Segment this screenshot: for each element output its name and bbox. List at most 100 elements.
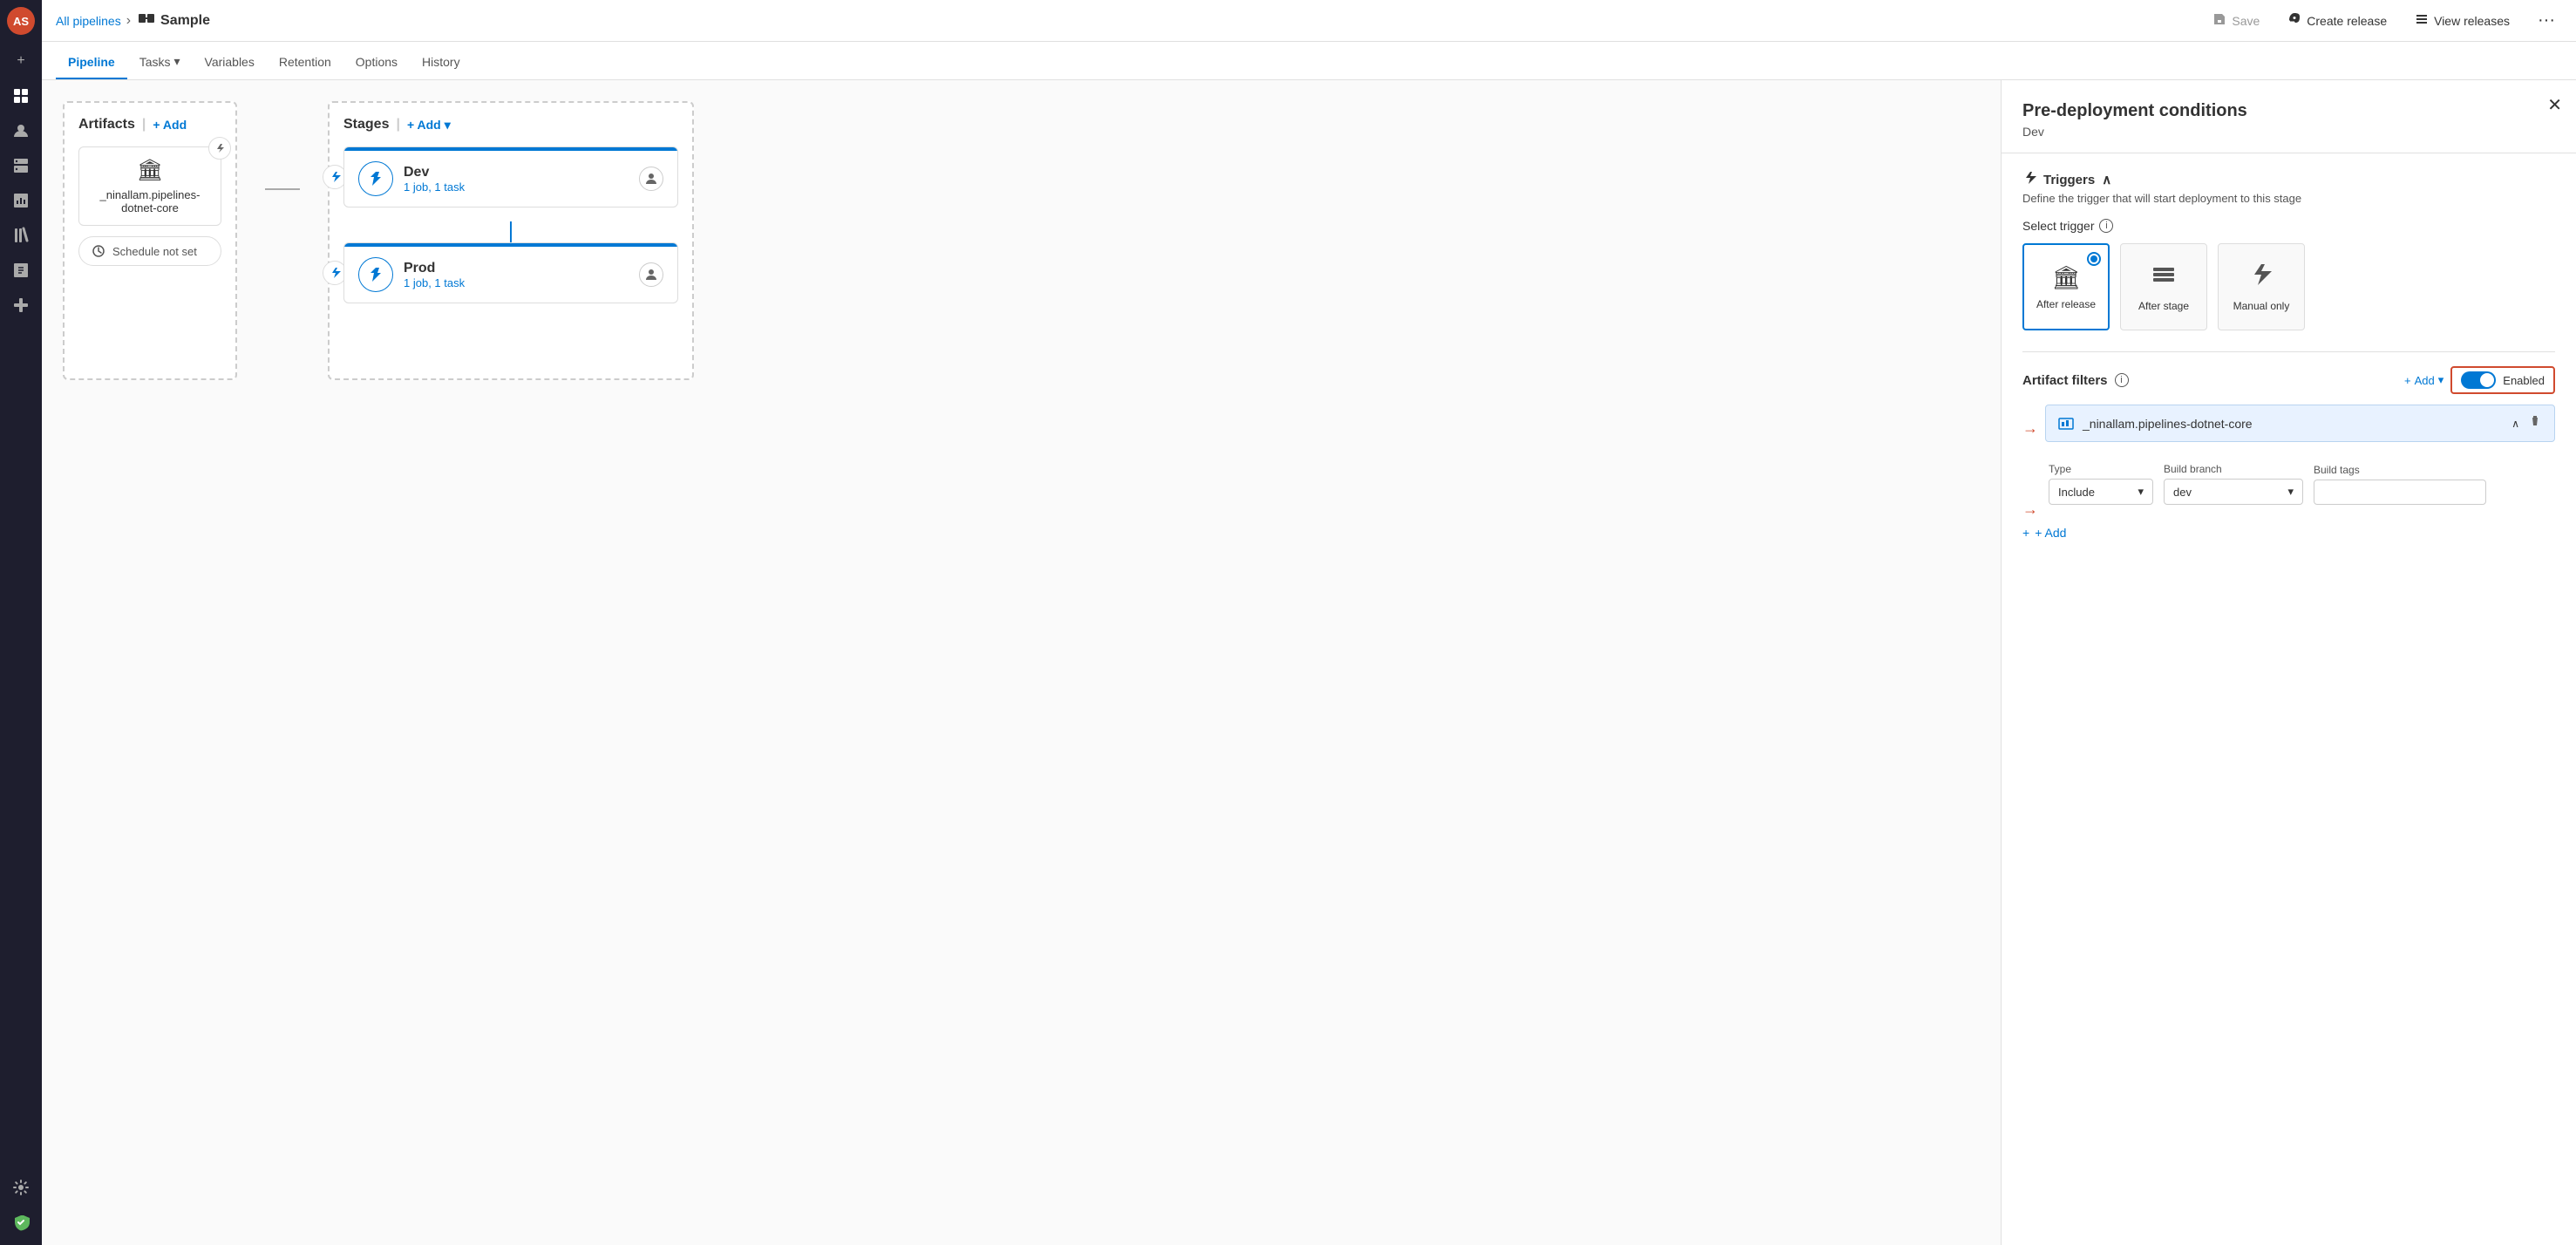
triggers-collapse-icon[interactable]: ∧: [2102, 172, 2111, 187]
build-branch-label: Build branch: [2164, 463, 2303, 475]
sidebar: AS +: [0, 0, 42, 1245]
artifact-filter-name: _ninallam.pipelines-dotnet-core: [2083, 417, 2503, 431]
add-filter-row-button[interactable]: + + Add: [2022, 519, 2555, 547]
create-release-button[interactable]: Create release: [2280, 9, 2394, 32]
dev-stage-approver[interactable]: [639, 167, 663, 191]
create-release-label: Create release: [2307, 14, 2387, 28]
triggers-icon: [2022, 171, 2036, 188]
select-trigger-info-icon[interactable]: i: [2099, 219, 2113, 233]
after-release-trigger-option[interactable]: 🏛 After release: [2022, 243, 2110, 330]
add-filter-dropdown-icon: ▾: [2438, 373, 2444, 387]
tab-history[interactable]: History: [410, 46, 472, 79]
schedule-label: Schedule not set: [112, 245, 197, 258]
enabled-toggle[interactable]: [2461, 371, 2496, 389]
tab-variables[interactable]: Variables: [193, 46, 267, 79]
dev-stage-card[interactable]: Dev 1 job, 1 task: [343, 146, 678, 208]
artifact-stage-connector: [265, 188, 300, 190]
prod-stage-approver[interactable]: [639, 262, 663, 287]
prod-stage-info: Prod 1 job, 1 task: [404, 261, 465, 289]
pipeline-layout: Artifacts | + Add 🏛 _ninallam.pipelines-…: [63, 101, 1980, 380]
build-tags-input[interactable]: [2314, 480, 2486, 505]
more-options-button[interactable]: ···: [2531, 7, 2562, 34]
prod-stage-card[interactable]: Prod 1 job, 1 task: [343, 242, 678, 303]
stage-connector-line: [510, 221, 512, 242]
artifact-filter-delete-button[interactable]: [2528, 414, 2542, 432]
all-pipelines-link[interactable]: All pipelines: [56, 14, 121, 28]
test-plans-icon[interactable]: [5, 255, 37, 286]
stages-add-button[interactable]: + Add ▾: [407, 118, 451, 133]
build-branch-select[interactable]: dev ▾: [2164, 479, 2303, 505]
artifacts-container: Artifacts | + Add 🏛 _ninallam.pipelines-…: [63, 101, 237, 380]
stages-header: Stages | + Add ▾: [343, 117, 678, 133]
build-tags-field-group: Build tags: [2314, 464, 2486, 505]
schedule-card[interactable]: Schedule not set: [78, 236, 221, 266]
save-icon: [2212, 12, 2226, 29]
infrastructure-icon[interactable]: [5, 150, 37, 181]
pipeline-title: Sample: [138, 10, 210, 31]
save-label: Save: [2232, 14, 2260, 28]
artifact-filter-arrow: →: [2022, 419, 2038, 438]
after-stage-trigger-option[interactable]: After stage: [2120, 243, 2207, 330]
artifact-trigger-icon[interactable]: [208, 137, 231, 160]
tab-options[interactable]: Options: [343, 46, 410, 79]
section-divider: [2022, 351, 2555, 352]
after-release-radio: [2087, 252, 2101, 266]
tab-retention[interactable]: Retention: [267, 46, 343, 79]
artifact-filters-info-icon[interactable]: i: [2115, 373, 2129, 387]
artifact-name: _ninallam.pipelines-dotnet-core: [90, 188, 210, 214]
filter-fields: Type Include ▾ Build branch dev ▾: [2045, 463, 2490, 505]
artifact-filter-add-button[interactable]: + Add ▾: [2404, 373, 2443, 387]
manual-only-trigger-option[interactable]: Manual only: [2218, 243, 2305, 330]
triggers-section-title: Triggers ∧: [2022, 171, 2555, 188]
security-shield-icon[interactable]: [5, 1207, 37, 1238]
artifacts-title: Artifacts: [78, 117, 135, 133]
dev-stage-tasks: 1 job, 1 task: [404, 180, 465, 194]
after-stage-label: After stage: [2138, 300, 2189, 312]
close-button[interactable]: ✕: [2547, 94, 2562, 116]
view-releases-button[interactable]: View releases: [2408, 9, 2517, 32]
view-releases-label: View releases: [2434, 14, 2510, 28]
artifact-filter-expand-icon[interactable]: ∧: [2511, 418, 2519, 430]
dev-stage-info: Dev 1 job, 1 task: [404, 165, 465, 194]
tab-tasks[interactable]: Tasks ▾: [127, 45, 193, 79]
plus-icon[interactable]: +: [5, 45, 37, 77]
topbar: All pipelines › Sample Save Create relea…: [42, 0, 2576, 42]
extensions-icon[interactable]: [5, 289, 37, 321]
breadcrumb[interactable]: All pipelines ›: [56, 13, 131, 29]
prod-stage-wrapper: Prod 1 job, 1 task: [343, 242, 678, 303]
type-field-group: Type Include ▾: [2049, 463, 2153, 505]
filter-fields-wrapper: → Type Include ▾ Build branch: [2022, 463, 2555, 519]
triggers-label: Triggers: [2043, 173, 2095, 187]
main-content: All pipelines › Sample Save Create relea…: [42, 0, 2576, 1245]
dev-stage-name: Dev: [404, 165, 465, 180]
stages-container: Stages | + Add ▾: [328, 101, 694, 380]
reports-icon[interactable]: [5, 185, 37, 216]
pipeline-canvas: Artifacts | + Add 🏛 _ninallam.pipelines-…: [42, 80, 2001, 1245]
after-stage-icon: [2151, 262, 2176, 293]
prod-stage-icon: [358, 257, 393, 292]
type-select[interactable]: Include ▾: [2049, 479, 2153, 505]
artifact-filters-header: Artifact filters i + Add ▾ Enabled: [2022, 366, 2555, 394]
library-icon[interactable]: [5, 220, 37, 251]
artifact-card[interactable]: 🏛 _ninallam.pipelines-dotnet-core: [78, 146, 221, 226]
artifacts-add-button[interactable]: + Add: [153, 118, 187, 132]
triggers-desc: Define the trigger that will start deplo…: [2022, 192, 2555, 205]
panel-subtitle: Dev: [2022, 125, 2555, 139]
build-tags-label: Build tags: [2314, 464, 2486, 476]
settings-gear-icon[interactable]: [5, 1172, 37, 1203]
build-branch-dropdown-icon: ▾: [2287, 485, 2294, 499]
pipelines-icon[interactable]: [5, 80, 37, 112]
user-management-icon[interactable]: [5, 115, 37, 146]
avatar: AS: [7, 7, 35, 35]
save-button[interactable]: Save: [2206, 9, 2267, 32]
artifact-filter-row-wrapper: → _ninallam.pipelines-dotnet-core ∧: [2022, 405, 2555, 452]
toggle-thumb: [2480, 373, 2494, 387]
pre-deployment-panel: Pre-deployment conditions Dev ✕ Triggers…: [2001, 80, 2576, 1245]
stages-title: Stages: [343, 117, 389, 133]
manual-only-label: Manual only: [2233, 300, 2290, 312]
tasks-dropdown-icon: ▾: [173, 54, 180, 69]
trigger-options: 🏛 After release After stage Manual on: [2022, 243, 2555, 330]
artifact-filter-row[interactable]: _ninallam.pipelines-dotnet-core ∧: [2045, 405, 2555, 442]
after-release-icon: 🏛: [2051, 264, 2080, 291]
tab-pipeline[interactable]: Pipeline: [56, 46, 127, 79]
